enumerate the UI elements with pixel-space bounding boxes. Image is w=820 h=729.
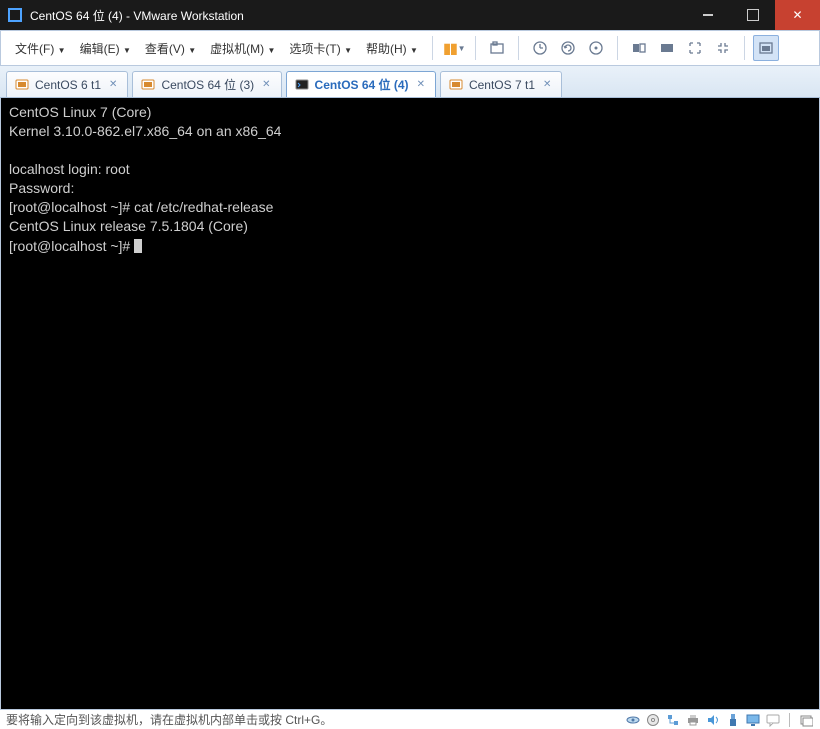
menu-view[interactable]: 查看(V) ▼ [139,36,202,61]
device-status-icons [625,712,814,728]
tab-centos64-4[interactable]: CentOS 64 位 (4) ✕ [286,71,436,97]
menu-vm[interactable]: 虚拟机(M) ▼ [204,36,281,61]
tab-close-button[interactable]: ✕ [415,79,427,90]
stretch-guest-button[interactable] [682,35,708,61]
terminal-cursor [134,239,142,253]
status-text: 要将输入定向到该虚拟机，请在虚拟机内部单击或按 Ctrl+G。 [6,711,332,728]
tab-close-button[interactable]: ✕ [260,79,272,90]
status-bar: 要将输入定向到该虚拟机，请在虚拟机内部单击或按 Ctrl+G。 [0,709,820,729]
tab-centos64-3[interactable]: CentOS 64 位 (3) ✕ [132,71,281,97]
vm-icon [449,78,463,92]
usb-icon[interactable] [725,712,741,728]
term-line: Password: [9,180,74,196]
term-line: CentOS Linux 7 (Core) [9,104,151,120]
menubar-toolbar: 文件(F) ▼ 编辑(E) ▼ 查看(V) ▼ 虚拟机(M) ▼ 选项卡(T) … [0,30,820,66]
message-icon[interactable] [765,712,781,728]
vm-icon [15,78,29,92]
menu-tabs[interactable]: 选项卡(T) ▼ [283,36,358,61]
network-icon[interactable] [665,712,681,728]
guest-console[interactable]: CentOS Linux 7 (Core) Kernel 3.10.0-862.… [0,98,820,709]
snapshot-revert-button[interactable] [555,35,581,61]
vm-console-icon [295,78,309,92]
cd-icon[interactable] [645,712,661,728]
console-view-button[interactable] [654,35,680,61]
tab-label: CentOS 64 位 (3) [161,76,254,93]
toolbar-separator [617,36,618,60]
vm-icon [141,78,155,92]
sound-icon[interactable] [705,712,721,728]
term-line: localhost login: root [9,161,130,177]
snapshot-manager-button[interactable] [583,35,609,61]
toolbar-separator [475,36,476,60]
tab-close-button[interactable]: ✕ [107,79,119,90]
fullscreen-exit-button[interactable] [710,35,736,61]
pause-button[interactable]: ▮▮▼ [441,35,467,61]
tab-centos6-t1[interactable]: CentOS 6 t1 ✕ [6,71,128,97]
tab-close-button[interactable]: ✕ [541,79,553,90]
menu-file[interactable]: 文件(F) ▼ [9,36,72,61]
tab-label: CentOS 64 位 (4) [315,76,409,93]
menu-edit[interactable]: 编辑(E) ▼ [74,36,137,61]
toolbar-separator [432,36,433,60]
tab-label: CentOS 6 t1 [35,78,101,92]
toolbar-separator [744,36,745,60]
minimize-button[interactable] [685,0,730,30]
close-button[interactable] [775,0,820,30]
term-line: [root@localhost ~]# cat /etc/redhat-rele… [9,199,273,215]
window-titlebar: CentOS 64 位 (4) - VMware Workstation [0,0,820,30]
display-icon[interactable] [745,712,761,728]
term-line: Kernel 3.10.0-862.el7.x86_64 on an x86_6… [9,123,281,139]
hdd-icon[interactable] [625,712,641,728]
window-title: CentOS 64 位 (4) - VMware Workstation [30,7,685,24]
fullscreen-button[interactable] [753,35,779,61]
tab-bar: CentOS 6 t1 ✕ CentOS 64 位 (3) ✕ CentOS 6… [0,66,820,98]
vmware-app-icon [8,8,22,22]
printer-icon[interactable] [685,712,701,728]
menu-help[interactable]: 帮助(H) ▼ [360,36,424,61]
tab-centos7-t1[interactable]: CentOS 7 t1 ✕ [440,71,562,97]
toolbar-separator [518,36,519,60]
status-divider [789,713,790,727]
popup-icon[interactable] [798,712,814,728]
term-line: [root@localhost ~]# [9,238,134,254]
term-line: CentOS Linux release 7.5.1804 (Core) [9,218,248,234]
maximize-button[interactable] [730,0,775,30]
tab-label: CentOS 7 t1 [469,78,535,92]
send-ctrl-alt-del-button[interactable] [484,35,510,61]
snapshot-take-button[interactable] [527,35,553,61]
unity-button[interactable] [626,35,652,61]
